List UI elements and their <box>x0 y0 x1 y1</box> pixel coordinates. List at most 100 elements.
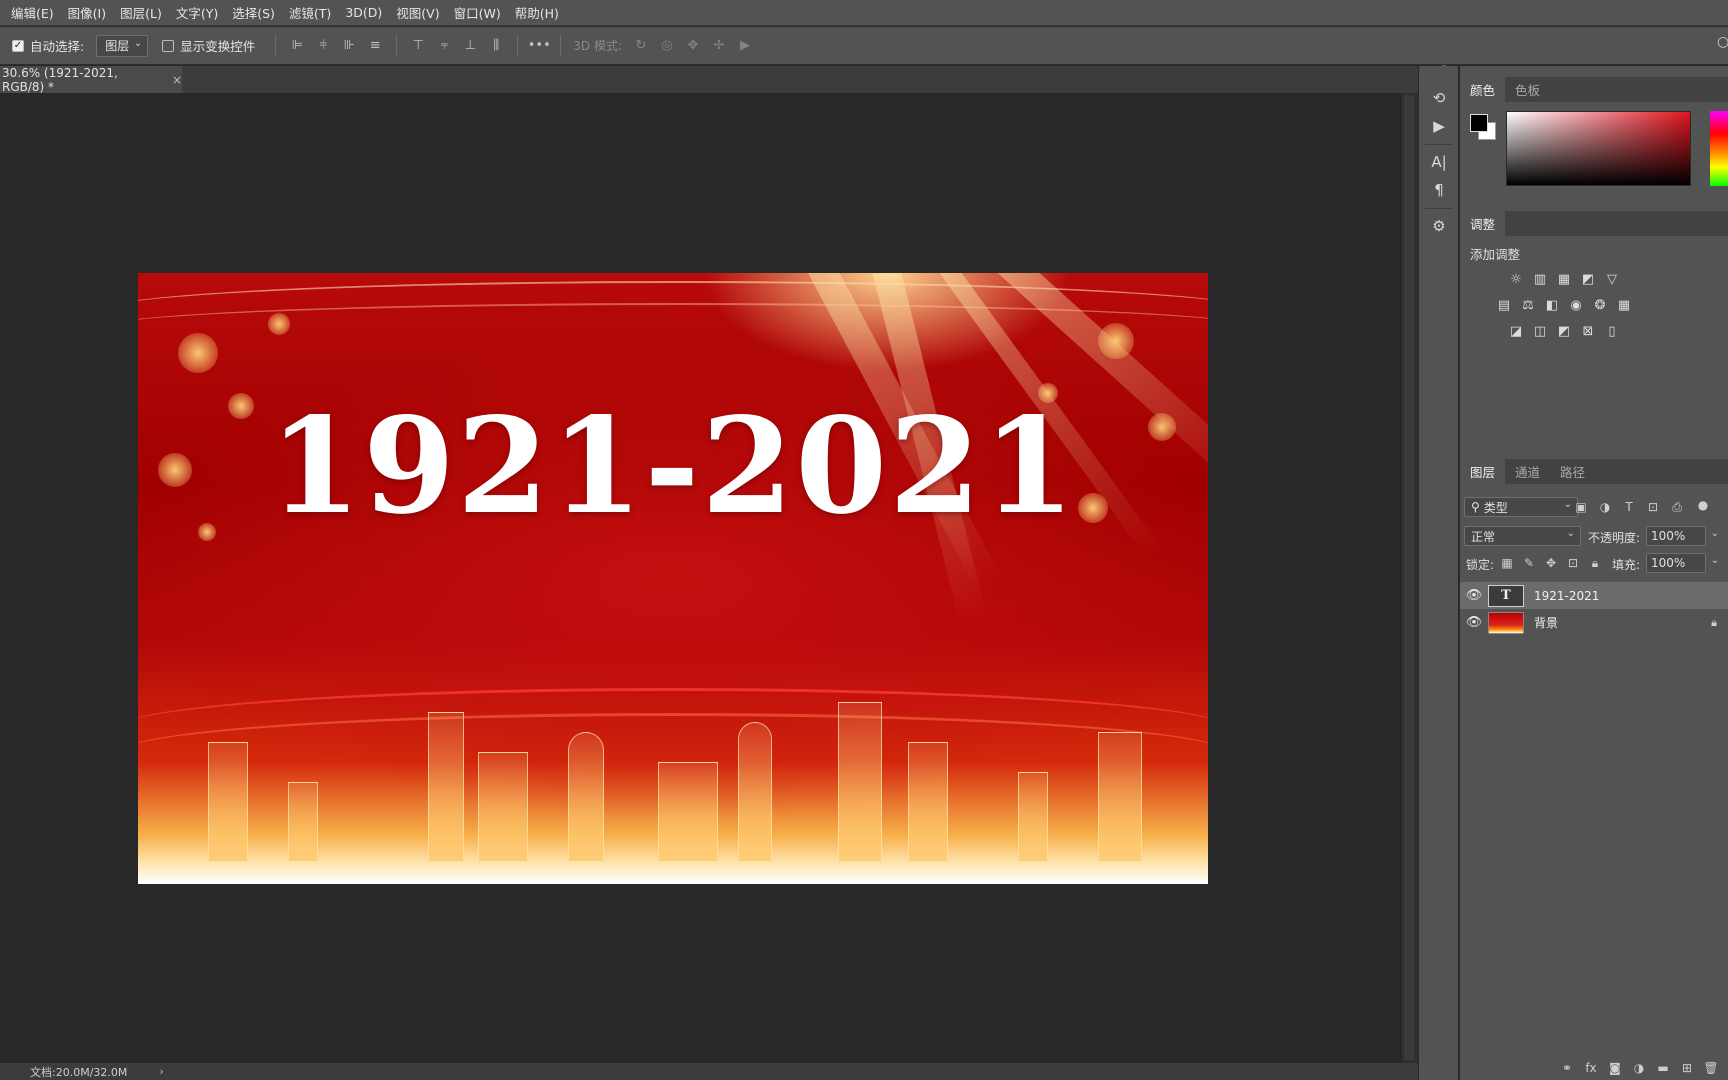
opacity-field[interactable]: 100% ⌄ <box>1646 526 1719 546</box>
fill-value: 100% <box>1651 556 1686 570</box>
menu-edit[interactable]: 编辑(E) <box>4 3 61 22</box>
more-options-button[interactable]: ••• <box>528 35 551 57</box>
separator <box>1425 144 1453 145</box>
curves-icon[interactable]: ▦ <box>1554 270 1574 288</box>
filter-shape-icon[interactable]: ⊡ <box>1644 498 1662 516</box>
auto-select-dropdown[interactable]: 图层 ⌄ <box>96 34 149 57</box>
layer-filter-dropdown[interactable]: ⚲ 类型 ⌄ <box>1464 497 1578 517</box>
document-canvas[interactable]: 1921-2021 <box>138 273 1208 884</box>
hue-slider[interactable] <box>1710 111 1728 186</box>
align-vcenter-icon[interactable]: ⫧ <box>433 35 455 57</box>
tab-adjustments[interactable]: 调整 <box>1460 211 1506 236</box>
menu-help[interactable]: 帮助(H) <box>508 3 566 22</box>
show-transform-checkbox[interactable] <box>162 39 175 52</box>
lock-image-icon[interactable]: ✎ <box>1520 554 1538 572</box>
character-icon[interactable]: A| <box>1427 150 1451 174</box>
filter-adjustment-icon[interactable]: ◑ <box>1596 498 1614 516</box>
lock-all-icon[interactable]: 🔒︎ <box>1586 554 1604 572</box>
lock-position-icon[interactable]: ✥ <box>1542 554 1560 572</box>
vibrance-icon[interactable]: ▽ <box>1602 270 1622 288</box>
filter-type-icon[interactable]: T <box>1620 498 1638 516</box>
scrollbar-thumb[interactable] <box>1404 95 1414 1060</box>
distribute-vertical-icon[interactable]: ⫼ <box>485 35 507 57</box>
properties-icon[interactable]: ⚙ <box>1427 214 1451 238</box>
layer-name[interactable]: 1921-2021 <box>1534 589 1599 603</box>
channel-mixer-icon[interactable]: ❂ <box>1590 296 1610 314</box>
tab-swatches[interactable]: 色板 <box>1505 77 1550 102</box>
add-mask-icon[interactable]: ◙ <box>1603 1061 1627 1075</box>
align-top-icon[interactable]: ⊤ <box>407 35 429 57</box>
menu-window[interactable]: 窗口(W) <box>447 3 508 22</box>
menu-3d[interactable]: 3D(D) <box>338 5 389 20</box>
close-icon[interactable]: × <box>172 73 182 87</box>
filter-smart-object-icon[interactable]: ⎙ <box>1668 498 1686 516</box>
3d-roll-icon[interactable]: ◎ <box>656 35 678 57</box>
color-balance-icon[interactable]: ⚖ <box>1518 296 1538 314</box>
3d-pan-icon[interactable]: ✥ <box>682 35 704 57</box>
menu-bar: 编辑(E) 图像(I) 图层(L) 文字(Y) 选择(S) 滤镜(T) 3D(D… <box>0 0 1728 26</box>
menu-layer[interactable]: 图层(L) <box>113 3 169 22</box>
align-bottom-icon[interactable]: ⊥ <box>459 35 481 57</box>
layer-style-fx-icon[interactable]: fx <box>1579 1061 1603 1075</box>
vertical-scrollbar[interactable] <box>1400 93 1418 1063</box>
fill-field[interactable]: 100% ⌄ <box>1646 553 1719 573</box>
auto-select-checkbox[interactable]: ✓ <box>12 39 24 52</box>
hue-saturation-icon[interactable]: ▤ <box>1494 296 1514 314</box>
filter-pixel-icon[interactable]: ▣ <box>1572 498 1590 516</box>
menu-select[interactable]: 选择(S) <box>225 3 282 22</box>
visibility-eye-icon[interactable]: 👁︎ <box>1460 615 1488 630</box>
layer-row-text[interactable]: 👁︎ T 1921-2021 <box>1460 582 1728 609</box>
background-layer-thumbnail <box>1488 611 1524 634</box>
tab-layers[interactable]: 图层 <box>1460 459 1506 484</box>
posterize-icon[interactable]: ◫ <box>1530 322 1550 340</box>
invert-icon[interactable]: ◪ <box>1506 322 1526 340</box>
layer-name[interactable]: 背景 <box>1534 614 1558 631</box>
delete-layer-trash-icon[interactable]: 🗑︎ <box>1699 1061 1723 1075</box>
align-hcenter-icon[interactable]: ⫩ <box>312 35 334 57</box>
filter-toggle-icon[interactable]: ● <box>1694 496 1712 514</box>
document-tab[interactable]: 30.6% (1921-2021, RGB/8) * × <box>0 66 182 94</box>
threshold-icon[interactable]: ◩ <box>1554 322 1574 340</box>
city-tower <box>208 742 248 862</box>
new-adjustment-layer-icon[interactable]: ◑ <box>1627 1061 1651 1075</box>
foreground-color-swatch[interactable] <box>1470 114 1488 132</box>
blend-mode-dropdown[interactable]: 正常 ⌄ <box>1464 526 1581 546</box>
document-size-info[interactable]: 文档:20.0M/32.0M <box>30 1064 127 1080</box>
menu-filter[interactable]: 滤镜(T) <box>282 3 338 22</box>
exposure-icon[interactable]: ◩ <box>1578 270 1598 288</box>
new-layer-icon[interactable]: ⊞ <box>1675 1061 1699 1075</box>
color-picker-field[interactable] <box>1506 111 1691 186</box>
3d-orbit-icon[interactable]: ↻ <box>630 35 652 57</box>
photo-filter-icon[interactable]: ◉ <box>1566 296 1586 314</box>
new-group-folder-icon[interactable]: ▬ <box>1651 1061 1675 1075</box>
artwork-title-text[interactable]: 1921-2021 <box>138 389 1208 544</box>
3d-slide-icon[interactable]: ✢ <box>708 35 730 57</box>
color-lookup-icon[interactable]: ▦ <box>1614 296 1634 314</box>
menu-view[interactable]: 视图(V) <box>389 3 446 22</box>
actions-play-icon[interactable]: ▶ <box>1427 114 1451 138</box>
menu-type[interactable]: 文字(Y) <box>169 3 225 22</box>
align-left-icon[interactable]: ⊫ <box>286 35 308 57</box>
3d-camera-icon[interactable]: ▶ <box>734 35 756 57</box>
status-menu-arrow[interactable]: › <box>159 1065 163 1078</box>
gradient-map-icon[interactable]: ▯ <box>1602 322 1622 340</box>
lock-artboard-icon[interactable]: ⊡ <box>1564 554 1582 572</box>
history-icon[interactable]: ⟲ <box>1427 86 1451 110</box>
tab-color[interactable]: 颜色 <box>1460 77 1506 102</box>
align-right-icon[interactable]: ⊪ <box>338 35 360 57</box>
layer-row-background[interactable]: 👁︎ 背景 🔒︎ <box>1460 609 1728 636</box>
options-bar: ✓ 自动选择: 图层 ⌄ 显示变换控件 ⊫ ⫩ ⊪ ≡ ⊤ ⫧ ⊥ ⫼ ••• … <box>0 27 1728 65</box>
link-layers-icon[interactable]: ⚭ <box>1555 1061 1579 1075</box>
black-white-icon[interactable]: ◧ <box>1542 296 1562 314</box>
tab-paths[interactable]: 路径 <box>1550 459 1595 484</box>
levels-icon[interactable]: ▥ <box>1530 270 1550 288</box>
brightness-icon[interactable]: ☼ <box>1506 270 1526 288</box>
search-icon[interactable]: ○ <box>1717 34 1728 50</box>
menu-image[interactable]: 图像(I) <box>61 3 113 22</box>
selective-color-icon[interactable]: ⊠ <box>1578 322 1598 340</box>
lock-transparent-icon[interactable]: ▦ <box>1498 554 1516 572</box>
paragraph-icon[interactable]: ¶ <box>1427 178 1451 202</box>
distribute-icon[interactable]: ≡ <box>364 35 386 57</box>
visibility-eye-icon[interactable]: 👁︎ <box>1460 588 1488 603</box>
tab-channels[interactable]: 通道 <box>1505 459 1550 484</box>
